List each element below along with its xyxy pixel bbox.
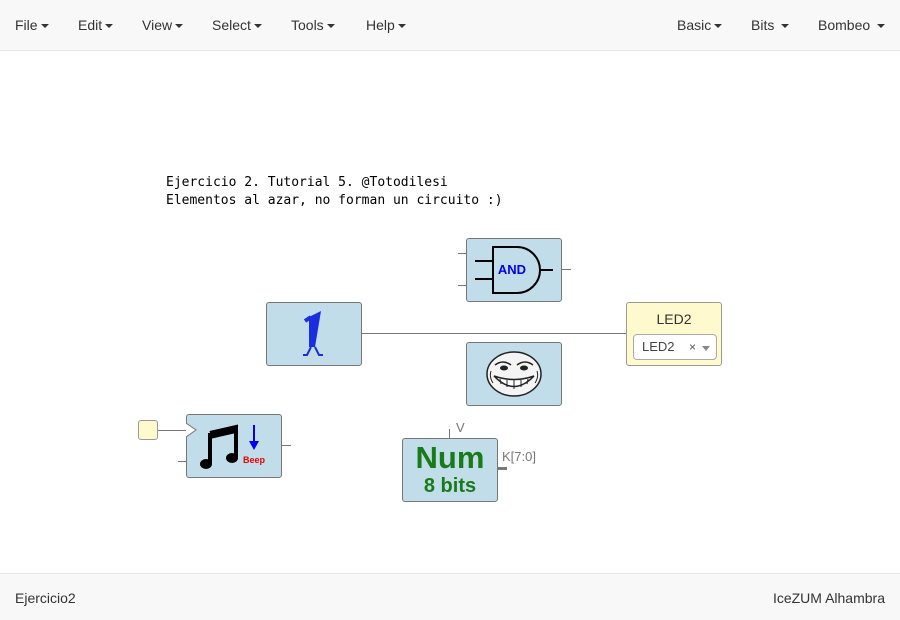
wire[interactable] <box>362 333 626 334</box>
output-port[interactable] <box>282 445 291 446</box>
menu-tools[interactable]: Tools <box>291 0 335 50</box>
clock-input-icon <box>186 423 197 437</box>
menu-bombeo[interactable]: Bombeo <box>818 0 886 50</box>
comment-line: Ejercicio 2. Tutorial 5. @Totodilesi <box>166 175 448 190</box>
menu-file[interactable]: File <box>15 0 49 50</box>
menu-help-label: Help <box>366 17 395 33</box>
caret-down-icon <box>714 24 723 29</box>
num-block[interactable]: Num 8 bits <box>402 438 498 502</box>
input-port-label: V <box>456 420 465 435</box>
menu-view-label: View <box>142 17 173 33</box>
menu-tools-label: Tools <box>291 17 324 33</box>
num-block-subtitle: 8 bits <box>423 475 477 497</box>
menu-basic-label: Basic <box>677 17 712 33</box>
menu-help[interactable]: Help <box>366 0 406 50</box>
menu-view[interactable]: View <box>142 0 184 50</box>
caret-down-icon <box>175 24 184 29</box>
output-port[interactable] <box>562 269 571 270</box>
caret-down-icon <box>40 24 49 29</box>
input-port[interactable] <box>449 429 450 438</box>
walking-one-icon <box>303 311 323 356</box>
caret-down-icon <box>397 24 406 29</box>
caret-down-icon <box>105 24 114 29</box>
output-port-label: K[7:0] <box>502 449 536 464</box>
menu-bombeo-label: Bombeo <box>818 17 871 33</box>
menu-basic[interactable]: Basic <box>677 0 723 50</box>
menu-select[interactable]: Select <box>212 0 262 50</box>
status-footer: Ejercicio2 IceZUM Alhambra <box>0 573 900 620</box>
menu-bits-label: Bits <box>751 17 775 33</box>
constant-one-block[interactable] <box>266 302 362 366</box>
clear-icon[interactable]: × <box>689 335 696 359</box>
pin-select-value: LED2 <box>642 339 675 354</box>
num-block-title: Num <box>415 440 485 475</box>
and-gate-block[interactable]: AND <box>466 238 562 302</box>
caret-down-icon <box>877 24 886 29</box>
dropdown-arrow-icon <box>702 346 710 351</box>
menu-edit[interactable]: Edit <box>78 0 114 50</box>
wire[interactable] <box>158 430 186 431</box>
beep-label: Beep <box>242 455 265 465</box>
troll-face-block[interactable] <box>466 342 562 406</box>
troll-face-icon <box>486 351 542 397</box>
comment-line: Elementos al azar, no forman un circuito… <box>166 193 503 208</box>
comment-block[interactable]: Ejercicio 2. Tutorial 5. @Totodilesi Elem… <box>166 174 503 210</box>
menubar: File Edit View Select Tools Help Basic B… <box>0 0 900 51</box>
and-gate-label: AND <box>497 262 527 277</box>
menu-select-label: Select <box>212 17 251 33</box>
down-arrow-icon <box>249 425 259 450</box>
pin-select[interactable]: LED2 × <box>633 334 717 360</box>
menu-file-label: File <box>15 17 38 33</box>
board-name[interactable]: IceZUM Alhambra <box>773 590 885 606</box>
caret-down-icon <box>781 24 790 29</box>
led-block-title: LED2 <box>656 311 692 327</box>
input-pin[interactable] <box>138 420 158 440</box>
caret-down-icon <box>253 24 262 29</box>
project-name: Ejercicio2 <box>15 590 76 606</box>
caret-down-icon <box>326 24 335 29</box>
beep-block[interactable]: Beep <box>186 414 282 478</box>
led-output-block[interactable]: LED2 LED2 × <box>626 302 722 366</box>
menu-edit-label: Edit <box>78 17 103 33</box>
output-bus-port[interactable] <box>498 467 507 470</box>
menu-bits[interactable]: Bits <box>751 0 790 50</box>
